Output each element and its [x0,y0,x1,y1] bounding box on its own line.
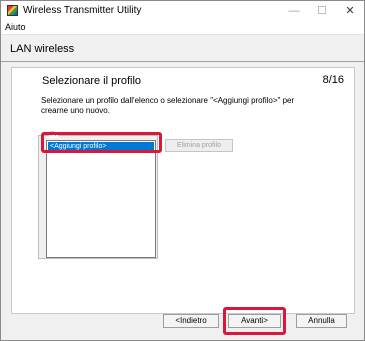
close-button[interactable]: ✕ [336,1,364,20]
menu-bar: Aiuto [1,20,364,35]
content-panel: Selezionare il profilo 8/16 Selezionare … [11,67,355,314]
step-counter: 8/16 [322,74,344,86]
close-icon: ✕ [345,5,355,17]
app-icon [7,5,18,16]
minimize-button[interactable]: — [280,1,308,20]
page-title: Selezionare il profilo [42,75,142,87]
app-window: Wireless Transmitter Utility — ☐ ✕ Aiuto… [0,0,365,341]
delete-profile-button[interactable]: Elimina profilo [165,139,233,152]
menu-item-help[interactable]: Aiuto [5,22,26,32]
profile-list[interactable]: <Aggiungi profilo> [46,140,156,258]
maximize-button[interactable]: ☐ [308,1,336,20]
header-divider [1,61,364,62]
page-description: Selezionare un profilo dall'elenco o sel… [41,96,295,115]
cancel-button[interactable]: Annulla [296,314,347,328]
window-title: Wireless Transmitter Utility [23,5,142,16]
wizard-header-title: LAN wireless [10,43,75,55]
profile-group: Pr <Aggiungi profilo> [38,131,158,259]
back-button[interactable]: <Indietro [163,314,219,328]
wizard-header: LAN wireless [1,35,364,61]
maximize-icon: ☐ [317,5,327,17]
title-bar: Wireless Transmitter Utility — ☐ ✕ [1,1,364,20]
selection-highlight [41,132,162,153]
minimize-icon: — [288,4,300,17]
next-button-highlight [223,307,286,335]
